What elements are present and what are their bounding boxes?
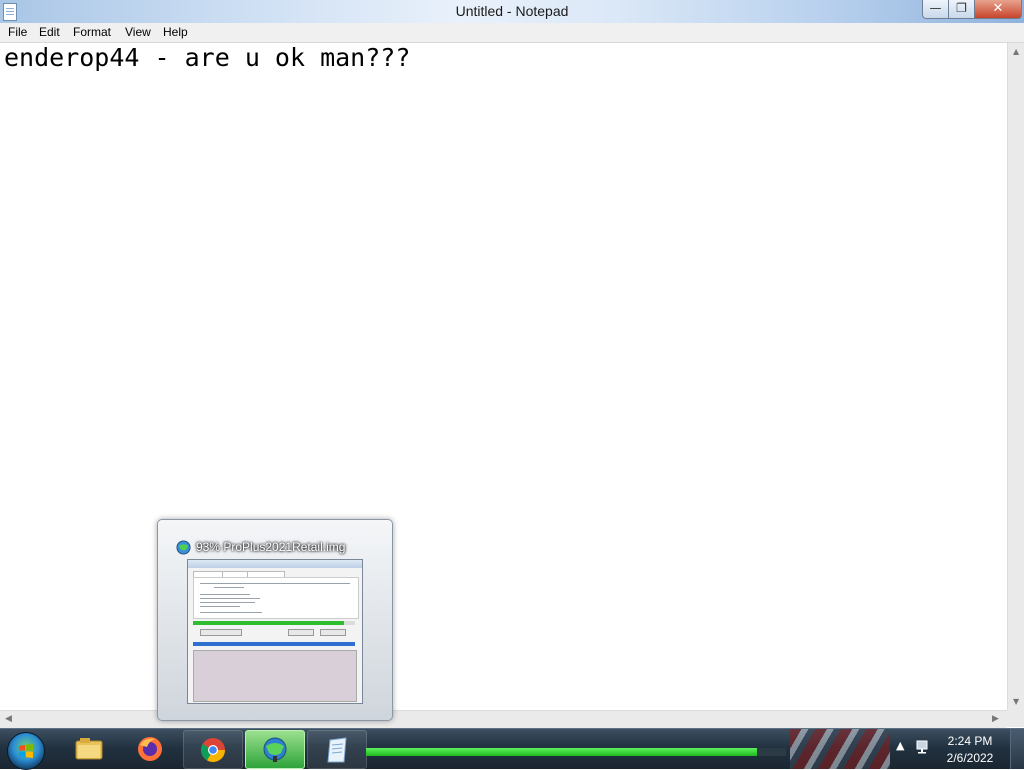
scroll-right-icon[interactable]: ▶: [992, 714, 999, 724]
thumb-progress-fill: [193, 621, 344, 625]
taskbar-explorer-button[interactable]: [60, 730, 118, 767]
maximize-button[interactable]: ❐: [948, 0, 975, 19]
show-desktop-button[interactable]: [1010, 729, 1024, 769]
firefox-icon: [138, 737, 162, 761]
scroll-down-icon[interactable]: ▼: [1013, 697, 1019, 706]
menu-edit[interactable]: Edit: [36, 25, 63, 39]
taskbar: ▲ 2:24 PM 2/6/2022: [0, 728, 1024, 770]
menu-file[interactable]: File: [5, 25, 30, 39]
thumb-connections-list: [193, 650, 357, 702]
thumb-button: [320, 629, 346, 636]
title-bar[interactable]: Untitled - Notepad — ❐ ✕: [0, 0, 1024, 24]
wallpaper-peek: [790, 729, 890, 769]
idm-globe-icon: [176, 540, 191, 555]
thumb-button: [288, 629, 314, 636]
editor-content[interactable]: enderop44 - are u ok man???: [4, 43, 410, 72]
windows-logo-icon: [19, 744, 33, 758]
idm-icon: [263, 737, 287, 762]
menu-format[interactable]: Format: [70, 25, 114, 39]
scroll-up-icon[interactable]: ▲: [1013, 47, 1019, 56]
taskbar-chrome-button[interactable]: [183, 730, 243, 769]
menu-view[interactable]: View: [122, 25, 154, 39]
taskbar-notepad-button[interactable]: [307, 730, 367, 769]
notepad-taskbar-icon: [327, 737, 347, 763]
thumb-details-panel: [193, 577, 359, 619]
start-button[interactable]: [7, 732, 45, 770]
menu-bar: File Edit Format View Help: [0, 23, 1024, 43]
thumb-segment-bar: [193, 642, 355, 646]
scroll-left-icon[interactable]: ◀: [5, 714, 12, 724]
network-icon[interactable]: [915, 739, 933, 755]
show-hidden-icons-icon[interactable]: ▲: [896, 739, 904, 752]
horizontal-scrollbar[interactable]: ◀ ▶: [0, 710, 1007, 728]
thumb-progress-bar: [193, 621, 355, 625]
taskbar-thumbnail-preview[interactable]: 93% ProPlus2021Retail.img: [157, 519, 393, 721]
text-editor[interactable]: enderop44 - are u ok man???: [0, 43, 1007, 710]
thumbnail-title: 93% ProPlus2021Retail.img: [196, 540, 346, 554]
menu-help[interactable]: Help: [160, 25, 191, 39]
clock-date[interactable]: 2/6/2022: [940, 751, 1000, 765]
thumbnail-window-image[interactable]: [187, 559, 363, 704]
minimize-button[interactable]: —: [922, 0, 949, 19]
window-title: Untitled - Notepad: [455, 3, 569, 19]
thumb-button: [200, 629, 242, 636]
download-progress-fill: [366, 748, 757, 756]
taskbar-firefox-button[interactable]: [121, 730, 179, 767]
vertical-scrollbar[interactable]: ▲ ▼: [1007, 43, 1024, 710]
chrome-icon: [200, 738, 225, 763]
folder-icon: [75, 738, 103, 760]
close-button[interactable]: ✕: [974, 0, 1022, 19]
taskbar-idm-button[interactable]: [245, 730, 305, 769]
download-progress-strip: [366, 748, 786, 756]
thumb-titlebar: [188, 560, 362, 568]
clock-time[interactable]: 2:24 PM: [940, 734, 1000, 748]
scrollbar-corner: [1007, 710, 1024, 727]
